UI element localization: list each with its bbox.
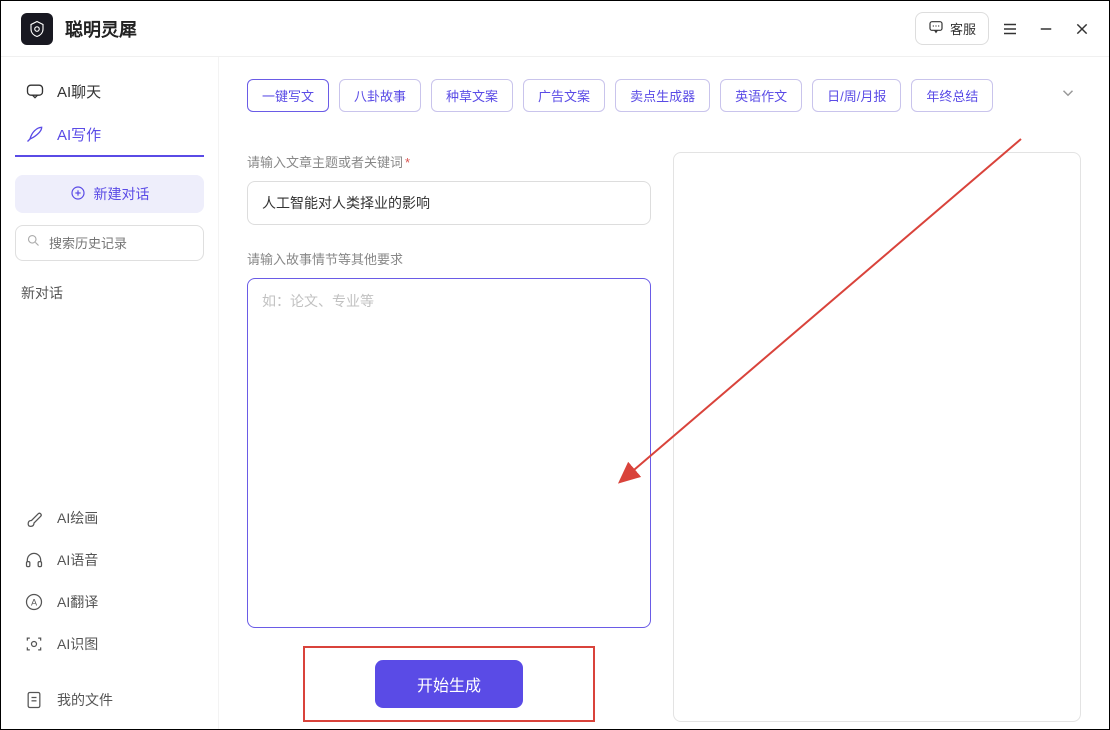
sidebar-item-label: AI写作 — [57, 124, 101, 145]
plus-circle-icon — [70, 185, 86, 204]
search-icon — [26, 233, 41, 253]
search-box[interactable] — [15, 225, 204, 261]
topic-input[interactable] — [247, 181, 651, 225]
sidebar-item-translate[interactable]: A AI翻译 — [15, 581, 204, 623]
app-title: 聪明灵犀 — [65, 16, 137, 42]
input-form: 请输入文章主题或者关键词* 请输入故事情节等其他要求 开始生成 — [247, 152, 651, 722]
menu-button[interactable] — [995, 14, 1025, 44]
sidebar-item-paint[interactable]: AI绘画 — [15, 497, 204, 539]
extra-label: 请输入故事情节等其他要求 — [247, 249, 651, 268]
svg-text:A: A — [31, 597, 38, 607]
tool-label: 我的文件 — [57, 690, 113, 710]
chat-bubble-icon — [928, 19, 944, 38]
translate-icon: A — [23, 591, 45, 613]
sidebar-item-label: AI聊天 — [57, 81, 101, 102]
main-content: 一键写文 八卦故事 种草文案 广告文案 卖点生成器 英语作文 日/周/月报 年终… — [219, 57, 1109, 729]
extra-textarea-wrap[interactable] — [247, 278, 651, 628]
sidebar-item-chat[interactable]: AI聊天 — [15, 69, 204, 113]
chat-icon — [25, 81, 45, 101]
category-chip-5[interactable]: 英语作文 — [720, 79, 802, 112]
sidebar: AI聊天 AI写作 新建对话 新对话 A — [1, 57, 219, 729]
customer-support-button[interactable]: 客服 — [915, 12, 989, 45]
expand-categories-button[interactable] — [1055, 80, 1081, 111]
chevron-down-icon — [1059, 84, 1077, 102]
close-button[interactable] — [1067, 14, 1097, 44]
category-chip-3[interactable]: 广告文案 — [523, 79, 605, 112]
tool-label: AI翻译 — [57, 592, 98, 612]
feather-icon — [25, 124, 45, 144]
tool-label: AI绘画 — [57, 508, 98, 528]
generate-button[interactable]: 开始生成 — [375, 660, 523, 708]
category-chip-1[interactable]: 八卦故事 — [339, 79, 421, 112]
required-star: * — [405, 155, 410, 170]
app-logo — [21, 13, 53, 45]
brush-icon — [23, 507, 45, 529]
topic-label: 请输入文章主题或者关键词* — [247, 152, 651, 171]
category-chip-7[interactable]: 年终总结 — [911, 79, 993, 112]
sidebar-item-files[interactable]: 我的文件 — [15, 679, 204, 721]
category-row: 一键写文 八卦故事 种草文案 广告文案 卖点生成器 英语作文 日/周/月报 年终… — [247, 79, 1081, 112]
category-chip-6[interactable]: 日/周/月报 — [812, 79, 901, 112]
category-chip-2[interactable]: 种草文案 — [431, 79, 513, 112]
category-chip-0[interactable]: 一键写文 — [247, 79, 329, 112]
headphone-icon — [23, 549, 45, 571]
title-right: 客服 — [915, 12, 1097, 45]
tool-label: AI语音 — [57, 550, 98, 570]
sidebar-item-vision[interactable]: AI识图 — [15, 623, 204, 665]
sidebar-item-voice[interactable]: AI语音 — [15, 539, 204, 581]
output-panel — [673, 152, 1081, 722]
extra-textarea[interactable] — [262, 291, 636, 615]
file-icon — [23, 689, 45, 711]
tool-label: AI识图 — [57, 634, 98, 654]
history-item-label: 新对话 — [21, 285, 63, 301]
support-label: 客服 — [950, 19, 976, 38]
new-chat-label: 新建对话 — [94, 184, 150, 204]
new-chat-button[interactable]: 新建对话 — [15, 175, 204, 213]
image-scan-icon — [23, 633, 45, 655]
history-item[interactable]: 新对话 — [15, 273, 204, 313]
generate-highlight-box: 开始生成 — [303, 646, 595, 722]
sidebar-item-write[interactable]: AI写作 — [15, 113, 204, 157]
title-bar: 聪明灵犀 客服 — [1, 1, 1109, 57]
title-left: 聪明灵犀 — [21, 13, 137, 45]
search-input[interactable] — [49, 236, 193, 251]
category-chip-4[interactable]: 卖点生成器 — [615, 79, 710, 112]
minimize-button[interactable] — [1031, 14, 1061, 44]
